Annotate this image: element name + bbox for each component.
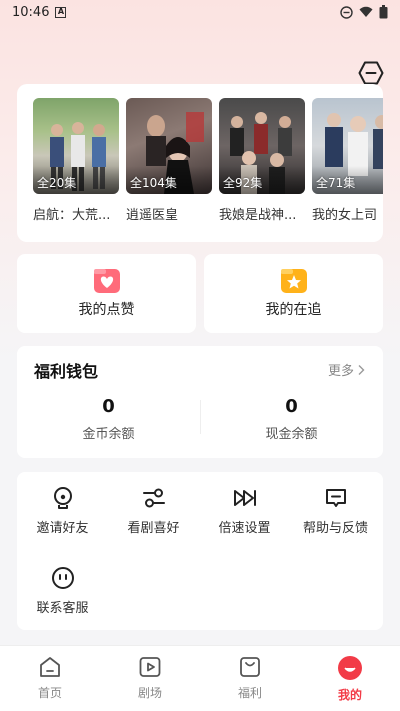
dnd-icon (340, 5, 353, 19)
playback-speed-button[interactable]: 倍速设置 (199, 486, 290, 536)
chevron-right-icon (358, 364, 365, 375)
my-following-label: 我的在追 (265, 301, 322, 318)
playback-speed-label: 倍速设置 (218, 521, 271, 536)
coin-balance[interactable]: 0 金币余额 (17, 396, 200, 442)
favorites-row: 我的点赞 我的在追 (17, 254, 383, 333)
episode-count: 全104集 (130, 176, 177, 190)
wifi-icon (359, 6, 373, 17)
episode-count: 全20集 (37, 176, 77, 190)
feedback-icon (325, 489, 346, 507)
watch-history-card: 全20集 启航：大荒... 全104集 逍遥医皇 全92集 我娘是战神... 全… (17, 84, 383, 242)
tab-welfare[interactable]: 福利 (200, 646, 300, 711)
poster-image: 全104集 (126, 98, 212, 194)
history-item[interactable]: 全20集 启航：大荒... (33, 98, 119, 223)
cash-balance-label: 现金余额 (265, 427, 318, 442)
cash-balance-value: 0 (285, 396, 298, 417)
drama-title: 我的女上司 (312, 208, 378, 223)
profile-smile-icon (338, 656, 362, 680)
drama-title: 逍遥医皇 (126, 208, 179, 223)
tab-theater[interactable]: 剧场 (100, 646, 200, 711)
wallet-title: 福利钱包 (34, 362, 99, 381)
help-feedback-button[interactable]: 帮助与反馈 (290, 486, 381, 536)
preferences-icon (142, 488, 165, 508)
my-likes-button[interactable]: 我的点赞 (17, 254, 196, 333)
tab-mine-label: 我的 (337, 688, 362, 702)
tools-card: 邀请好友 看剧喜好 倍速设置 帮助与反馈 联系客服 (17, 472, 383, 630)
status-time: 10:46 (12, 4, 50, 20)
invite-friends-button[interactable]: 邀请好友 (17, 486, 108, 536)
customer-service-button[interactable]: 联系客服 (17, 566, 108, 616)
help-feedback-label: 帮助与反馈 (302, 521, 368, 536)
notification-icon: A (55, 6, 67, 18)
tab-home[interactable]: 首页 (0, 646, 100, 711)
customer-service-label: 联系客服 (36, 601, 89, 616)
drama-title: 我娘是战神... (219, 208, 297, 223)
star-folder-icon (280, 268, 307, 293)
fast-forward-icon (233, 490, 256, 506)
episode-count: 全71集 (316, 176, 356, 190)
wallet-card: 福利钱包 更多 0 金币余额 0 现金余额 (17, 346, 383, 458)
invite-friends-label: 邀请好友 (36, 521, 89, 536)
tab-mine[interactable]: 我的 (300, 646, 400, 711)
episode-count: 全92集 (223, 176, 263, 190)
drama-title: 启航：大荒... (33, 208, 111, 223)
cash-balance[interactable]: 0 现金余额 (200, 396, 383, 442)
shopping-bag-icon (240, 657, 260, 677)
poster-image: 全20集 (33, 98, 119, 194)
battery-icon (379, 5, 388, 19)
tab-welfare-label: 福利 (237, 686, 262, 700)
bottom-tab-bar: 首页 剧场 福利 我的 (0, 645, 400, 711)
history-item[interactable]: 全92集 我娘是战神... (219, 98, 305, 223)
invite-icon (53, 487, 72, 509)
home-icon (40, 657, 60, 677)
tab-theater-label: 剧场 (137, 686, 162, 700)
settings-hex-icon[interactable] (358, 60, 384, 86)
my-following-button[interactable]: 我的在追 (204, 254, 383, 333)
my-likes-label: 我的点赞 (78, 301, 135, 318)
play-icon (139, 657, 161, 677)
poster-image: 全92集 (219, 98, 305, 194)
history-item[interactable]: 全71集 我的女上司 (312, 98, 383, 223)
coin-balance-value: 0 (102, 396, 115, 417)
status-bar: 10:46 A (0, 0, 400, 24)
tab-home-label: 首页 (37, 686, 62, 700)
wallet-more-label: 更多 (327, 364, 354, 379)
wallet-more-link[interactable]: 更多 (328, 360, 365, 379)
customer-service-icon (51, 567, 74, 589)
history-item[interactable]: 全104集 逍遥医皇 (126, 98, 212, 223)
viewing-preferences-label: 看剧喜好 (127, 521, 180, 536)
heart-icon (93, 268, 120, 293)
poster-image: 全71集 (312, 98, 383, 194)
viewing-preferences-button[interactable]: 看剧喜好 (108, 486, 199, 536)
coin-balance-label: 金币余额 (82, 427, 135, 442)
